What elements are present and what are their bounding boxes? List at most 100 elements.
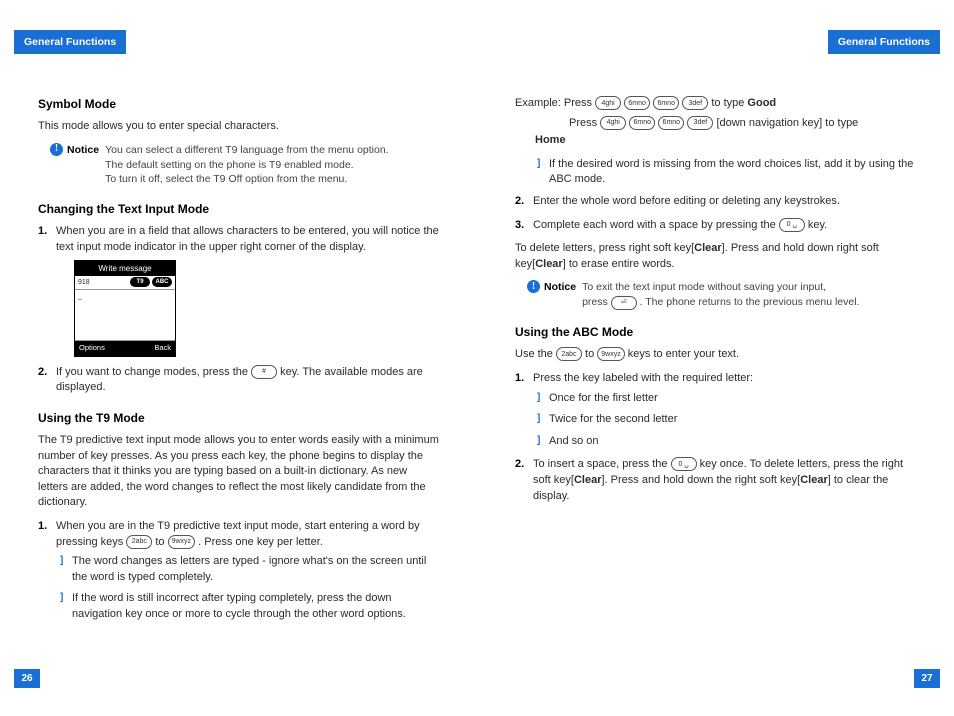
hash-key-icon: # bbox=[251, 365, 277, 379]
abc-s2a: To insert a space, press the bbox=[533, 458, 671, 470]
heading-changing-mode: Changing the Text Input Mode bbox=[38, 201, 439, 218]
notice-icon-2: ! bbox=[527, 280, 540, 293]
notice-t9-language: ! Notice You can select a different T9 l… bbox=[50, 143, 439, 188]
key-6-icon: 6mno bbox=[624, 96, 650, 110]
notice-line1: You can select a different T9 language f… bbox=[105, 144, 389, 156]
t9-s1b: . Press one key per letter. bbox=[195, 536, 323, 548]
key-4b-icon: 4ghi bbox=[600, 116, 626, 130]
n2l2b: . The phone returns to the previous menu… bbox=[637, 296, 860, 308]
right-step3: Complete each word with a space by press… bbox=[515, 218, 916, 234]
symbol-mode-desc: This mode allows you to enter special ch… bbox=[38, 119, 439, 135]
right-steps-23: Enter the whole word before editing or d… bbox=[515, 194, 916, 233]
notice-label-2: ! Notice bbox=[527, 280, 576, 310]
abc-step2: To insert a space, press the 0 ␣ key onc… bbox=[515, 457, 916, 504]
abc-desc: Use the 2abc to 9wxyz keys to enter your… bbox=[515, 347, 916, 363]
step1-text: When you are in a field that allows char… bbox=[56, 225, 439, 253]
abc-clear1: Clear bbox=[574, 474, 602, 486]
del-clear2: Clear bbox=[535, 258, 563, 270]
manual-spread: General Functions Symbol Mode This mode … bbox=[0, 0, 954, 716]
example-line2: Press 4ghi 6mno 6mno 3def [down navigati… bbox=[515, 116, 916, 132]
changing-step-2: If you want to change modes, press the #… bbox=[38, 365, 439, 396]
key-6c-icon: 6mno bbox=[629, 116, 655, 130]
page-26-content: Symbol Mode This mode allows you to ente… bbox=[38, 96, 439, 623]
abc-indicator-icon: ABC bbox=[152, 277, 172, 288]
right-step2: Enter the whole word before editing or d… bbox=[515, 194, 916, 210]
s3b: key. bbox=[805, 219, 827, 231]
page-26: General Functions Symbol Mode This mode … bbox=[0, 0, 477, 716]
del-a: To delete letters, press right soft key[ bbox=[515, 242, 694, 254]
delete-letters: To delete letters, press right soft key[… bbox=[515, 241, 916, 272]
abc-steps: Press the key labeled with the required … bbox=[515, 371, 916, 504]
abc-s1: Press the key labeled with the required … bbox=[533, 372, 753, 384]
phone-softkeys: Options Back bbox=[75, 341, 175, 356]
ex-good: Good bbox=[747, 97, 776, 109]
key-0-icon: 0 ␣ bbox=[779, 218, 805, 232]
n2l1: To exit the text input mode without savi… bbox=[582, 281, 826, 293]
key-4-icon: 4ghi bbox=[595, 96, 621, 110]
abc-step1: Press the key labeled with the required … bbox=[515, 371, 916, 449]
t9-sub1: The word changes as letters are typed - … bbox=[56, 554, 439, 585]
heading-abc-mode: Using the ABC Mode bbox=[515, 324, 916, 341]
ex-sub1: If the desired word is missing from the … bbox=[533, 157, 916, 188]
phone-indicators: T9 ABC bbox=[130, 277, 172, 288]
key-2b-icon: 2abc bbox=[556, 347, 582, 361]
notice-body-2: To exit the text input mode without savi… bbox=[582, 280, 859, 310]
page-27-content: Example: Press 4ghi 6mno 6mno 3def to ty… bbox=[515, 96, 916, 504]
phone-mockup: Write message 918 T9 ABC _ Options Back bbox=[74, 260, 176, 357]
ex-home: Home bbox=[535, 134, 566, 146]
example-sublist: If the desired word is missing from the … bbox=[533, 157, 916, 188]
header-tab-right: General Functions bbox=[828, 30, 940, 54]
key-3-icon: 3def bbox=[682, 96, 708, 110]
ex-pre: Example: Press bbox=[515, 97, 595, 109]
page-number-27: 27 bbox=[914, 669, 940, 688]
n2l2a: press bbox=[582, 296, 611, 308]
del-d: ] to erase entire words. bbox=[563, 258, 675, 270]
abc-sublist: Once for the first letter Twice for the … bbox=[533, 391, 916, 450]
del-clear1: Clear bbox=[694, 242, 722, 254]
phone-textarea: _ bbox=[75, 290, 175, 341]
phone-titlebar: Write message bbox=[75, 261, 175, 276]
changing-step-1: When you are in a field that allows char… bbox=[38, 224, 439, 356]
abc-clear2: Clear bbox=[800, 474, 828, 486]
notice-icon: ! bbox=[50, 143, 63, 156]
notice-exit: ! Notice To exit the text input mode wit… bbox=[527, 280, 916, 310]
example-block: Example: Press 4ghi 6mno 6mno 3def to ty… bbox=[515, 96, 916, 112]
t9-step-1: When you are in the T9 predictive text i… bbox=[38, 519, 439, 623]
t9-sublist: The word changes as letters are typed - … bbox=[56, 554, 439, 622]
softkey-back: Back bbox=[154, 343, 171, 354]
key-6b-icon: 6mno bbox=[653, 96, 679, 110]
key-2-icon: 2abc bbox=[126, 535, 152, 549]
notice-body: You can select a different T9 language f… bbox=[105, 143, 389, 188]
notice-line2: The default setting on the phone is T9 e… bbox=[105, 159, 353, 171]
abc-s2c: ]. Press and hold down the right soft ke… bbox=[602, 474, 801, 486]
key-9-icon: 9wxyz bbox=[168, 535, 195, 549]
end-key-icon: ⏎ bbox=[611, 296, 637, 310]
notice-text-2: Notice bbox=[544, 280, 576, 295]
t9-desc: The T9 predictive text input mode allows… bbox=[38, 433, 439, 511]
phone-charcount: 918 bbox=[78, 278, 90, 288]
page-number-26: 26 bbox=[14, 669, 40, 688]
key-3b-icon: 3def bbox=[687, 116, 713, 130]
header-tab-left: General Functions bbox=[14, 30, 126, 54]
example-home: Home bbox=[515, 133, 916, 149]
step2-text-a: If you want to change modes, press the bbox=[56, 366, 251, 378]
abc-mid: to bbox=[582, 348, 597, 360]
ex-mid2: [down navigation key] to type bbox=[716, 117, 858, 129]
heading-using-t9: Using the T9 Mode bbox=[38, 410, 439, 427]
softkey-options: Options bbox=[79, 343, 105, 354]
changing-mode-steps: When you are in a field that allows char… bbox=[38, 224, 439, 395]
t9-indicator-icon: T9 bbox=[130, 277, 150, 288]
key-9b-icon: 9wxyz bbox=[597, 347, 624, 361]
abc-sub3: And so on bbox=[533, 434, 916, 450]
t9-steps: When you are in the T9 predictive text i… bbox=[38, 519, 439, 623]
ex-press2: Press bbox=[569, 117, 600, 129]
phone-statusbar: 918 T9 ABC bbox=[75, 276, 175, 290]
key-6d-icon: 6mno bbox=[658, 116, 684, 130]
notice-line3: To turn it off, select the T9 Off option… bbox=[105, 173, 347, 185]
abc-sub2: Twice for the second letter bbox=[533, 412, 916, 428]
t9-s1m: to bbox=[152, 536, 167, 548]
heading-symbol-mode: Symbol Mode bbox=[38, 96, 439, 113]
ex-mid1: to type bbox=[711, 97, 747, 109]
notice-text: Notice bbox=[67, 143, 99, 158]
abc-sub1: Once for the first letter bbox=[533, 391, 916, 407]
